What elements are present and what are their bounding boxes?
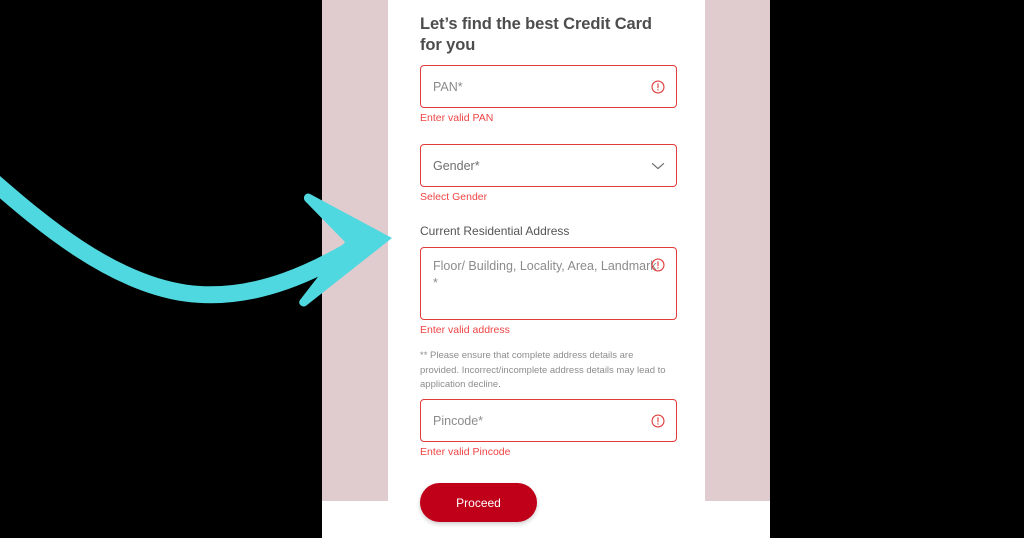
pan-input[interactable]: [433, 79, 664, 94]
pan-error-message: Enter valid PAN: [420, 112, 494, 124]
address-error-message: Enter valid address: [420, 324, 510, 336]
pincode-input[interactable]: [433, 413, 664, 428]
exclamation-circle-icon: [651, 258, 665, 272]
address-textarea-wrapper[interactable]: [420, 247, 677, 320]
pincode-input-wrapper[interactable]: [420, 399, 677, 442]
pincode-error-message: Enter valid Pincode: [420, 446, 511, 458]
proceed-button[interactable]: Proceed: [420, 483, 537, 522]
gender-field-group: Gender* Select Gender: [420, 144, 677, 204]
browser-viewport: Let’s find the best Credit Card for you …: [0, 0, 1024, 538]
gender-error-message: Select Gender: [420, 191, 488, 203]
address-section-label: Current Residential Address: [420, 224, 570, 238]
address-helper-note: ** Please ensure that complete address d…: [420, 350, 666, 391]
exclamation-circle-icon: [651, 79, 665, 94]
address-field-group: Enter valid address: [420, 247, 677, 337]
gender-select[interactable]: Gender*: [433, 158, 664, 173]
gender-select-wrapper[interactable]: Gender*: [420, 144, 677, 187]
address-textarea[interactable]: [433, 258, 664, 310]
pan-input-wrapper[interactable]: [420, 65, 677, 108]
pincode-field-group: Enter valid Pincode: [420, 399, 677, 459]
page-backdrop-left-band: [322, 0, 388, 501]
exclamation-circle-icon: [651, 413, 665, 428]
proceed-button-wrapper: Proceed: [420, 483, 537, 522]
page-title: Let’s find the best Credit Card for you: [420, 15, 652, 55]
page-backdrop-right-band: [705, 0, 770, 501]
pan-field-group: Enter valid PAN: [420, 65, 677, 125]
credit-card-application-form: Let’s find the best Credit Card for you …: [388, 0, 705, 538]
